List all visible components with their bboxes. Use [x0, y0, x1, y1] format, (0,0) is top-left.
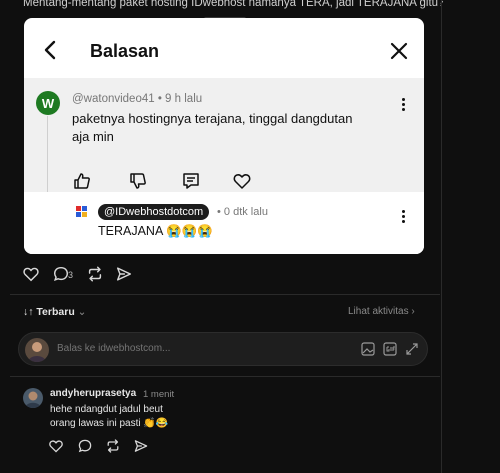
share-icon[interactable]: [133, 438, 149, 454]
like-icon[interactable]: [72, 171, 92, 191]
image-icon[interactable]: [361, 342, 375, 356]
comment-meta[interactable]: @watonvideo41 • 9 h lalu: [72, 93, 202, 105]
comment-count: 3: [68, 270, 74, 280]
comment-text: orang lawas ini pasti 👏😂: [50, 418, 169, 429]
avatar: [25, 338, 49, 362]
reply-text: TERAJANA 😭😭😭: [98, 224, 213, 238]
more-options-icon[interactable]: [402, 210, 406, 224]
heart-icon[interactable]: [22, 265, 40, 283]
comment-username[interactable]: andyheruprasetya: [50, 388, 136, 399]
sort-dropdown[interactable]: ↓↑ Terbaru ⌄: [23, 306, 86, 318]
avatar[interactable]: W: [36, 91, 60, 115]
reply-composer: [18, 332, 428, 366]
reply-comment: [24, 192, 424, 254]
repost-icon[interactable]: [86, 265, 104, 283]
share-icon[interactable]: [115, 265, 133, 283]
divider: [10, 294, 440, 295]
avatar[interactable]: [23, 388, 43, 408]
comment-text: hehe ndangdut jadul beut: [50, 404, 163, 415]
modal-header: Balasan: [24, 18, 424, 78]
post-text: Mentang-mentang paket hosting IDwebhost …: [23, 0, 443, 9]
dislike-icon[interactable]: [128, 171, 148, 191]
comment-icon[interactable]: [77, 438, 93, 454]
reply-time: • 0 dtk lalu: [217, 206, 268, 218]
comment-text: paketnya hostingnya terajana, tinggal da…: [72, 111, 353, 144]
chevron-down-icon: ⌄: [77, 306, 87, 318]
modal-title: Balasan: [90, 41, 160, 61]
parent-comment: W @watonvideo41 • 9 h lalu paketnya host…: [24, 78, 424, 192]
close-icon[interactable]: [390, 42, 408, 60]
more-options-icon[interactable]: [402, 98, 406, 112]
page: Mentang-mentang paket hosting IDwebhost …: [0, 0, 500, 473]
reply-input[interactable]: [57, 343, 307, 354]
replies-modal: Balasan W @watonvideo41 • 9 h lalu paket…: [24, 18, 424, 254]
feed-column: Mentang-mentang paket hosting IDwebhost …: [0, 0, 500, 473]
comment-icon[interactable]: [181, 171, 201, 191]
sort-label: ↓↑ Terbaru: [23, 306, 75, 318]
comment-time: 1 menit: [143, 389, 175, 400]
heart-icon[interactable]: [48, 438, 64, 454]
channel-logo-icon[interactable]: [76, 206, 88, 218]
expand-icon[interactable]: [405, 342, 419, 356]
channel-handle[interactable]: @IDwebhostdotcom: [98, 204, 210, 220]
back-arrow-icon[interactable]: [40, 39, 60, 61]
repost-icon[interactable]: [105, 438, 121, 454]
column-divider: [441, 0, 442, 473]
gif-icon[interactable]: [383, 342, 397, 356]
thread-line: [47, 116, 48, 192]
heart-icon[interactable]: [232, 171, 252, 191]
comment-actions: [72, 171, 262, 193]
view-activity-link[interactable]: Lihat aktivitas ›: [348, 306, 415, 317]
divider: [10, 376, 440, 377]
